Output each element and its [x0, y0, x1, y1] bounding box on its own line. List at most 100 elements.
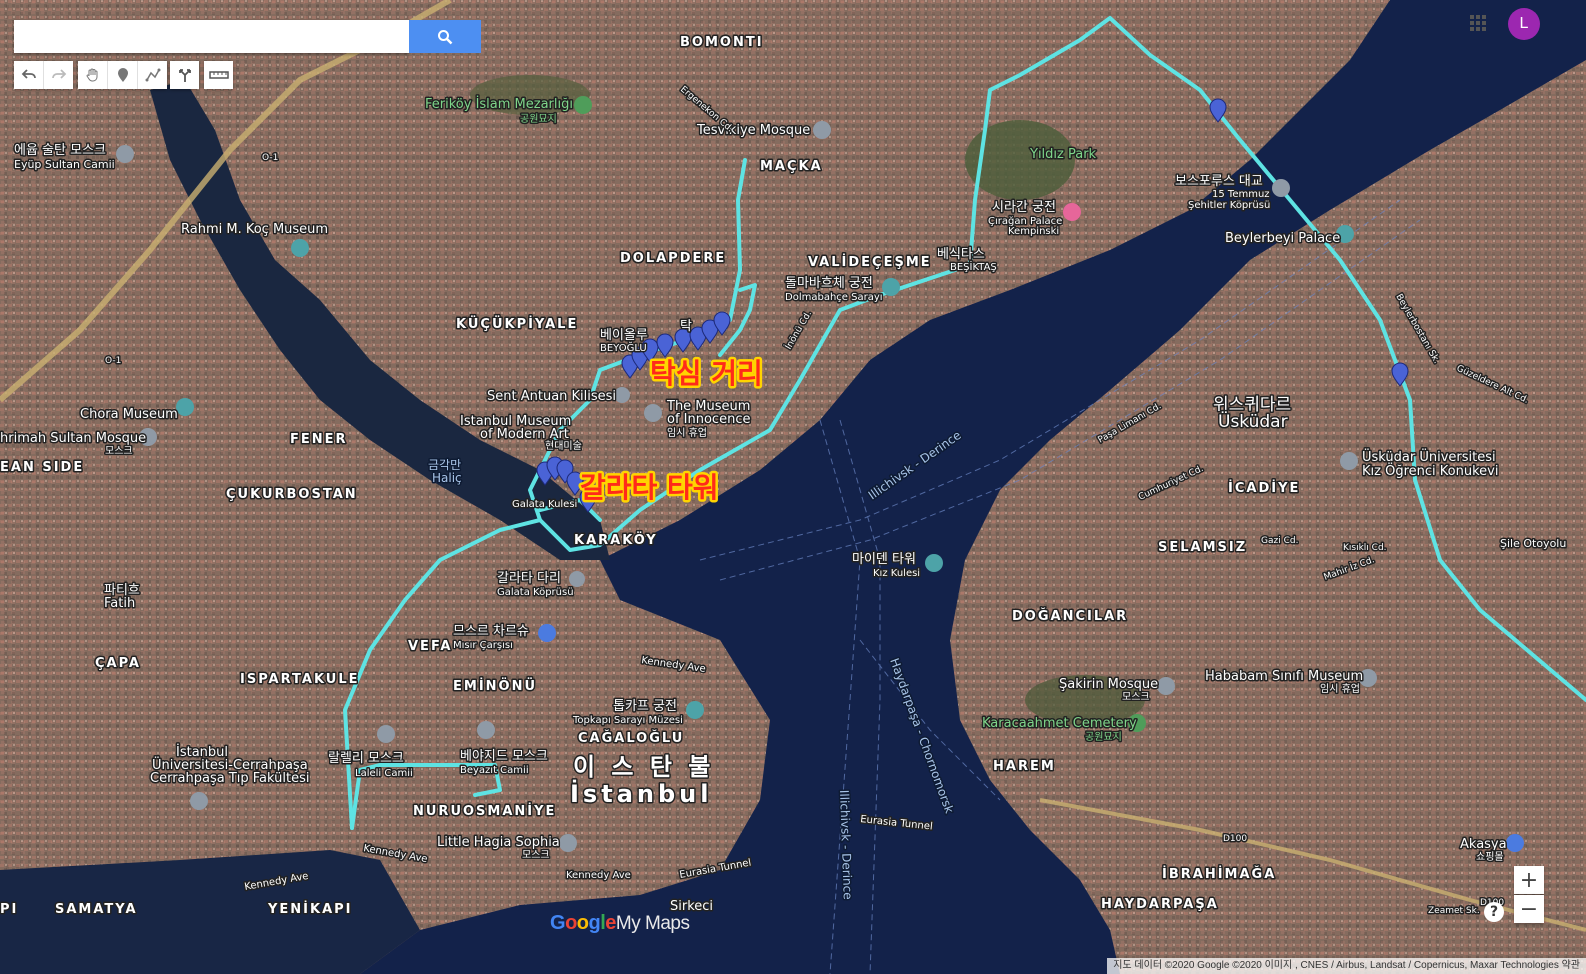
museum-icon — [569, 571, 585, 587]
mosque-icon — [1157, 677, 1175, 695]
place-label: Yıldız Park — [1029, 147, 1097, 162]
road-label: Gazi Cd. — [1261, 536, 1298, 546]
mosque-icon — [377, 725, 395, 743]
district-label: HAREM — [993, 759, 1056, 774]
district-label: DOLAPDERE — [620, 251, 726, 266]
hand-icon — [85, 68, 97, 82]
district-label: ÇAPA — [95, 656, 141, 671]
place-label: Cerrahpaşa Tıp Fakültesi — [150, 771, 309, 786]
place-icon — [1340, 452, 1358, 470]
place-label: 임시 휴업 — [667, 426, 707, 439]
add-marker-button[interactable] — [108, 61, 138, 89]
district-label: İBRAHİMAĞA — [1162, 866, 1276, 882]
satellite-map[interactable]: BOMONTI MAÇKA DOLAPDERE VALİDEÇEŞME KÜÇÜ… — [0, 0, 1586, 974]
city-label: İstanbul — [570, 779, 712, 808]
draw-line-button[interactable] — [138, 61, 167, 89]
directions-button[interactable] — [170, 61, 199, 89]
place-label: Tesvikiye Mosque — [696, 123, 810, 138]
place-label: Karacaahmet Cemetery — [982, 716, 1137, 731]
place-label: 톱카프 궁전 — [613, 699, 677, 714]
undo-button[interactable] — [14, 61, 44, 89]
measure-button[interactable] — [204, 61, 233, 89]
district-label: FENER — [290, 432, 348, 447]
place-label: Eyüp Sultan Camii — [14, 158, 115, 171]
place-label: 15 Temmuz — [1212, 189, 1270, 200]
place-label: Kız Öğrenci Konukevi — [1362, 462, 1498, 479]
school-icon — [190, 792, 208, 810]
place-label: Chora Museum — [80, 407, 178, 422]
logo-letter: g — [588, 912, 601, 934]
undo-redo-group — [14, 61, 73, 89]
place-label: 공원묘지 — [520, 113, 557, 125]
place-label: 마이덴 타워 — [852, 552, 916, 567]
place-label: 므스르 차르슈 — [453, 624, 529, 639]
district-label: ISPARTAKULE — [240, 672, 360, 687]
draw-line-icon — [145, 68, 160, 82]
place-label: Kempinski — [1008, 226, 1059, 237]
place-label: Rahmi M. Koç Museum — [181, 222, 328, 237]
map-attribution[interactable]: 지도 데이터 ©2020 Google ©2020 이미지 , CNES / A… — [1107, 958, 1586, 974]
museum-icon — [925, 554, 943, 572]
logo-letter: G — [550, 912, 566, 934]
park-icon — [574, 96, 592, 114]
district-label: EMİNÖNÜ — [453, 678, 537, 694]
place-label: 베이올루 — [600, 328, 648, 343]
district-label: NURUOSMANİYE — [413, 803, 556, 819]
district-label: VEFA — [408, 639, 452, 654]
district-label: Üsküdar — [1218, 410, 1288, 432]
place-label: 임시 휴업 — [1320, 682, 1360, 695]
place-label: Sent Antuan Kilisesi — [487, 389, 616, 404]
district-label: SAMATYA — [55, 902, 138, 917]
place-label: 돌마바흐체 궁전 — [785, 276, 873, 291]
museum-icon — [882, 278, 900, 296]
road-label: D100 — [1223, 834, 1247, 844]
zoom-out-button[interactable]: − — [1514, 895, 1544, 923]
shopping-icon — [1506, 834, 1524, 852]
place-label: BEYOĞLU — [600, 341, 647, 354]
road-label: O-1 — [262, 153, 278, 163]
district-label: ÇUKURBOSTAN — [226, 487, 358, 502]
place-label: Mısır Çarşısı — [453, 640, 513, 651]
place-label: 모스크 — [522, 849, 550, 861]
apps-grid-icon[interactable] — [1469, 14, 1487, 32]
place-label: 공원묘지 — [1085, 731, 1122, 743]
district-label: BOMONTI — [680, 35, 764, 50]
zoom-in-button[interactable]: + — [1514, 866, 1544, 894]
place-label: 시라간 궁전 — [992, 200, 1056, 215]
undo-icon — [21, 69, 36, 79]
redo-button[interactable] — [44, 61, 73, 89]
redo-icon — [51, 69, 66, 79]
pan-button[interactable] — [78, 61, 108, 89]
church-icon — [614, 387, 630, 403]
google-my-maps-logo: GoogleMy Maps — [550, 912, 690, 935]
search-input[interactable] — [14, 20, 409, 53]
place-label: 베식타스 — [937, 247, 985, 262]
logo-letter: e — [605, 912, 616, 934]
mosque-icon — [116, 145, 134, 163]
place-label: Akasya — [1460, 837, 1507, 852]
place-label: 갈라타 다리 — [497, 571, 561, 586]
place-label: Şehitler Köprüsü — [1188, 200, 1270, 211]
logo-letter: o — [576, 912, 589, 934]
place-label: Üsküdar Üniversitesi — [1362, 448, 1496, 465]
shopping-icon — [538, 624, 556, 642]
place-label: Hababam Sınıfı Museum — [1205, 669, 1363, 684]
avatar[interactable]: L — [1508, 8, 1540, 40]
place-label: Little Hagia Sophia — [437, 835, 560, 850]
directions-icon — [178, 69, 191, 82]
place-label: Şakirin Mosque — [1059, 677, 1158, 692]
help-icon[interactable]: ? — [1484, 902, 1504, 922]
search-button[interactable] — [409, 20, 481, 53]
place-label: Feriköy İslam Mezarlığı — [425, 96, 573, 112]
logo-letter: o — [565, 912, 577, 934]
district-label: CAĞALOĞLU — [578, 730, 684, 746]
annotation-galata: 갈라타 타워 — [580, 471, 719, 504]
place-label: Kız Kulesi — [873, 568, 920, 579]
district-label: KARAKÖY — [574, 532, 658, 548]
district-label: EAN SIDE — [0, 460, 84, 475]
water-label: Haliç — [432, 471, 462, 485]
museum-icon — [686, 701, 704, 719]
place-label: 현대미술 — [545, 440, 582, 452]
water-label: 금각만 — [428, 458, 461, 472]
museum-icon — [291, 239, 309, 257]
